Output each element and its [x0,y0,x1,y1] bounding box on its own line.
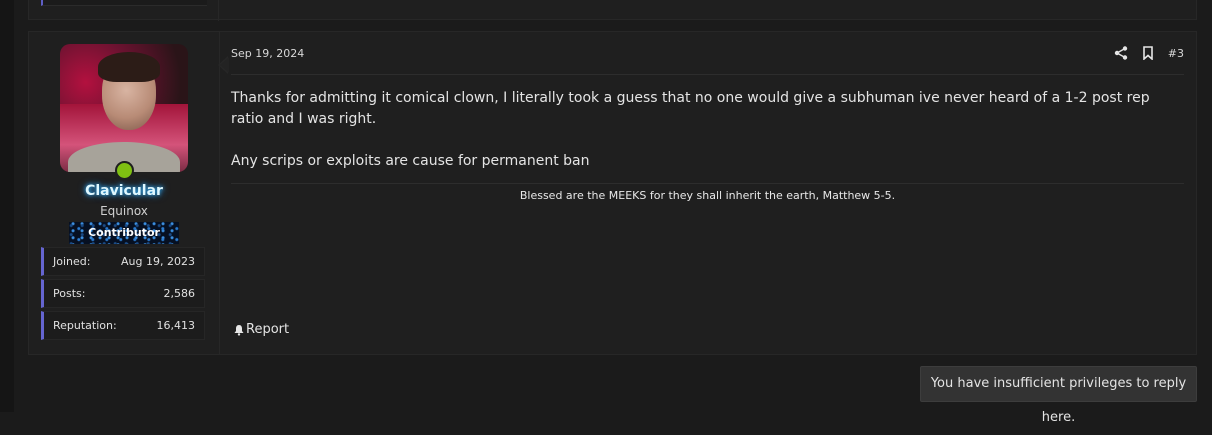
stat-label: Joined: [53,255,91,268]
stat-label: Reputation: [53,319,117,332]
signature-divider [231,183,1184,184]
post-body: Sep 19, 2024 #3 Thanks for admitting it … [219,32,1196,354]
report-button[interactable]: Report [233,322,289,337]
message-paragraph: Thanks for admitting it comical clown, I… [231,90,1150,127]
avatar[interactable] [60,44,188,172]
stat-row-reputation: Reputation: 16,413 [41,311,205,340]
post-message: Thanks for admitting it comical clown, I… [231,88,1176,193]
post-header-divider [231,74,1184,75]
stat-row-joined: Joined: Aug 19, 2023 [41,247,205,276]
post-date[interactable]: Sep 19, 2024 [231,47,304,60]
post-header-actions: #3 [1114,45,1184,61]
signature: Blessed are the MEEKS for they shall inh… [519,189,896,202]
previous-post-stat-row [41,0,207,6]
stat-label: Posts: [53,287,86,300]
share-icon[interactable] [1114,46,1128,60]
message-paragraph: Any scrips or exploits are cause for per… [231,153,590,169]
online-status-indicator [115,161,134,180]
stat-value: 16,413 [156,319,196,332]
avatar-hair [98,52,160,82]
stat-value: 2,586 [163,287,196,300]
user-info-column: Clavicular Equinox Contributor Joined: A… [29,32,220,354]
forum-post: Clavicular Equinox Contributor Joined: A… [28,31,1197,355]
user-title: Equinox [100,204,148,218]
previous-post-fragment [28,0,1197,21]
user-banner: Contributor [69,222,179,244]
page-left-strip [0,0,14,412]
bookmark-icon[interactable] [1142,46,1154,60]
report-label: Report [246,322,290,337]
post-number-link[interactable]: #3 [1168,47,1184,60]
previous-post-divider [218,0,219,21]
username[interactable]: Clavicular [29,183,219,199]
stat-row-posts: Posts: 2,586 [41,279,205,308]
stat-value: Aug 19, 2023 [121,255,195,268]
bell-icon [234,324,244,336]
insufficient-privileges-notice: You have insufficient privileges to repl… [920,366,1197,425]
